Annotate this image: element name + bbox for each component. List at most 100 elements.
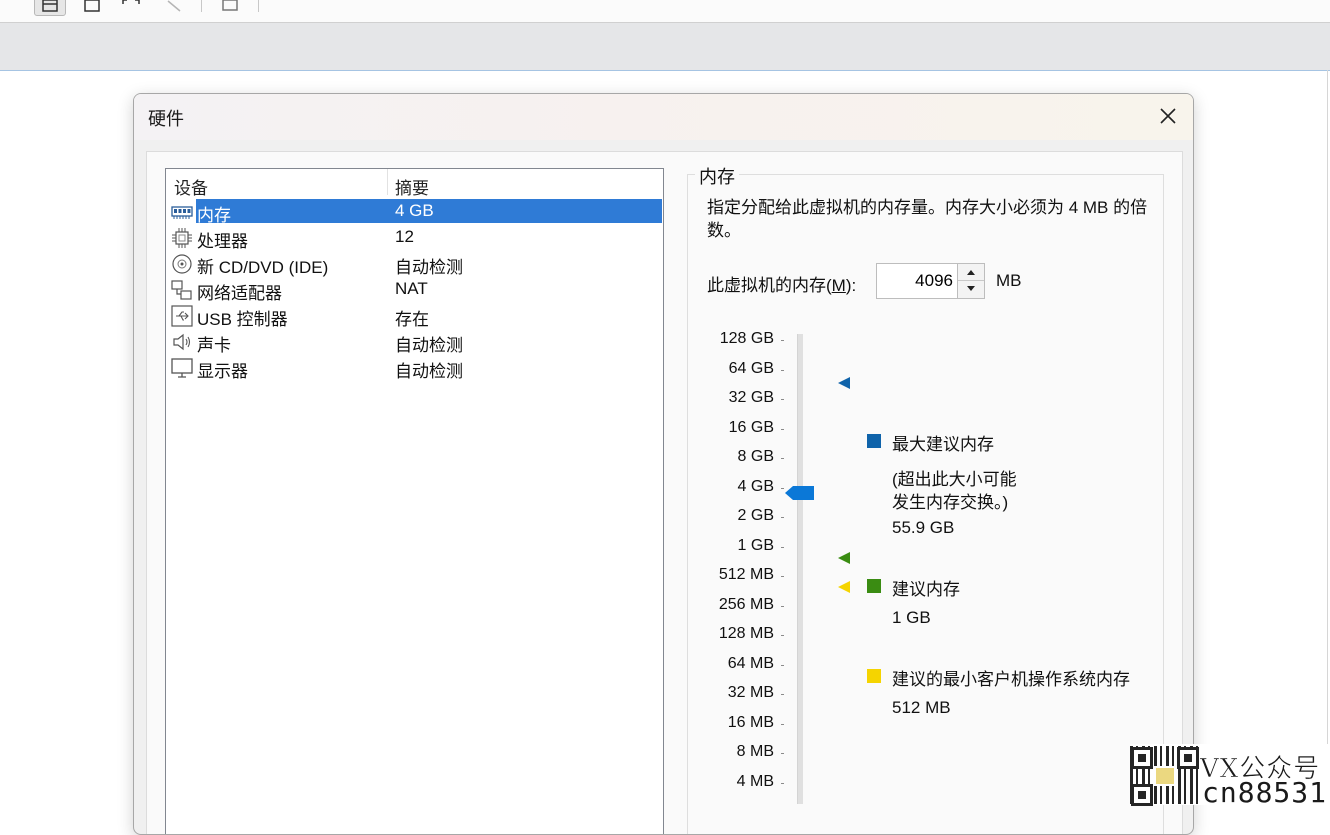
triangle-up-icon xyxy=(967,270,975,275)
column-header-device[interactable]: 设备 xyxy=(174,174,208,199)
device-row-display[interactable]: 显示器 自动检测 xyxy=(166,355,663,381)
scale-tick xyxy=(781,399,784,400)
toolbar-separator xyxy=(201,0,202,12)
scale-tick xyxy=(781,517,784,518)
monitor-icon xyxy=(171,358,193,378)
device-name: 处理器 xyxy=(197,232,248,251)
cd-dvd-icon xyxy=(172,254,192,274)
scale-label: 32 MB xyxy=(727,684,774,701)
fullscreen-icon xyxy=(122,0,140,4)
scale-tick xyxy=(781,458,784,459)
scale-tick xyxy=(781,546,784,548)
memory-slider-track[interactable] xyxy=(797,334,803,804)
scale-label: 16 MB xyxy=(727,713,774,731)
app-tab-band xyxy=(0,23,1330,71)
memory-input-label: 此虚拟机的内存(M): xyxy=(707,271,856,296)
hardware-dialog: 硬件 设备 摘要 内存 4 GB 处理器 12 新 CD/DVD (IDE) 自… xyxy=(133,93,1194,835)
label-suffix: ): xyxy=(845,276,857,295)
speaker-icon xyxy=(173,333,191,351)
device-summary: 12 xyxy=(395,227,414,246)
max-recommended-label: 最大建议内存 xyxy=(892,435,994,454)
device-row-memory[interactable]: 内存 4 GB xyxy=(166,199,663,225)
scale-tick xyxy=(781,340,784,341)
thumbnail-view-button[interactable] xyxy=(76,0,108,16)
scale-tick xyxy=(781,694,784,695)
unity-icon xyxy=(167,0,181,12)
scale-tick xyxy=(781,782,784,784)
device-name: USB 控制器 xyxy=(197,310,288,329)
fullscreen-button[interactable] xyxy=(114,0,146,16)
device-summary: 存在 xyxy=(395,310,429,329)
device-summary: 自动检测 xyxy=(395,362,463,381)
device-row-processor[interactable]: 处理器 12 xyxy=(166,225,663,251)
scale-label: 64 GB xyxy=(728,359,774,377)
column-header-summary[interactable]: 摘要 xyxy=(395,174,429,199)
scale-label: 4 MB xyxy=(736,772,774,790)
scale-label: 16 GB xyxy=(728,418,774,436)
dialog-title: 硬件 xyxy=(148,109,184,129)
memory-input-box xyxy=(876,263,959,299)
device-name: 网络适配器 xyxy=(197,284,282,303)
memory-unit: MB xyxy=(996,271,1022,290)
device-summary: 4 GB xyxy=(395,201,434,220)
device-row-sound-card[interactable]: 声卡 自动检测 xyxy=(166,329,663,355)
view-console-button[interactable] xyxy=(34,0,66,16)
max-recommended-note-2: 发生内存交换。) xyxy=(892,493,1009,512)
scale-label: 128 MB xyxy=(718,625,774,642)
scale-label: 128 GB xyxy=(719,330,774,347)
scale-tick xyxy=(781,664,784,666)
device-row-cd-dvd[interactable]: 新 CD/DVD (IDE) 自动检测 xyxy=(166,251,663,277)
app-scroll-edge xyxy=(1327,70,1328,805)
scale-label: 4 GB xyxy=(737,477,774,495)
recommended-marker xyxy=(838,552,850,564)
min-guest-swatch xyxy=(867,669,881,683)
unity-button[interactable] xyxy=(158,0,190,16)
memory-slider-thumb[interactable] xyxy=(785,485,815,501)
device-name: 声卡 xyxy=(197,336,231,355)
memory-group-title: 内存 xyxy=(695,163,739,189)
scale-tick xyxy=(781,635,784,636)
label-mnemonic: M xyxy=(831,276,846,295)
dialog-titlebar[interactable]: 硬件 xyxy=(134,94,1193,140)
window-icon xyxy=(84,0,100,12)
max-recommended-value: 55.9 GB xyxy=(892,518,955,537)
close-icon xyxy=(1160,108,1176,124)
min-guest-value: 512 MB xyxy=(892,698,951,717)
spin-down-button[interactable] xyxy=(958,281,984,297)
memory-icon xyxy=(171,206,193,219)
toolbar-separator xyxy=(258,0,259,12)
scale-tick xyxy=(781,576,784,577)
preferences-button[interactable] xyxy=(214,0,246,16)
spin-up-button[interactable] xyxy=(958,264,984,281)
device-summary: 自动检测 xyxy=(395,336,463,355)
recommended-label: 建议内存 xyxy=(892,580,960,599)
list-header: 设备 摘要 xyxy=(166,169,663,198)
scale-tick xyxy=(781,369,784,371)
scale-tick xyxy=(781,723,784,725)
min-guest-label: 建议的最小客户机操作系统内存 xyxy=(892,670,1130,689)
scale-label: 256 MB xyxy=(718,595,774,613)
max-recommended-marker xyxy=(838,377,850,389)
device-list[interactable]: 设备 摘要 内存 4 GB 处理器 12 新 CD/DVD (IDE) 自动检测 xyxy=(165,168,664,834)
scale-label: 512 MB xyxy=(718,566,774,583)
usb-icon xyxy=(171,305,193,327)
device-row-network-adapter[interactable]: 网络适配器 NAT xyxy=(166,277,663,303)
scale-tick xyxy=(781,487,784,489)
network-adapter-icon xyxy=(171,280,192,300)
dialog-body: 设备 摘要 内存 4 GB 处理器 12 新 CD/DVD (IDE) 自动检测 xyxy=(146,151,1183,834)
device-summary: NAT xyxy=(395,279,428,298)
memory-spinner xyxy=(957,263,985,299)
memory-size-input[interactable] xyxy=(877,266,953,296)
close-button[interactable] xyxy=(1157,105,1179,127)
scale-label: 32 GB xyxy=(728,389,774,406)
scale-tick xyxy=(781,605,784,607)
column-divider[interactable] xyxy=(387,169,388,195)
scale-tick xyxy=(781,753,784,754)
qr-code-icon xyxy=(1130,746,1199,806)
device-summary: 自动检测 xyxy=(395,258,463,277)
device-row-usb[interactable]: USB 控制器 存在 xyxy=(166,303,663,329)
scale-label: 8 GB xyxy=(737,448,774,465)
triangle-down-icon xyxy=(967,286,975,291)
recommended-swatch xyxy=(867,579,881,593)
watermark: VX公众号 cn88531 xyxy=(1130,744,1330,809)
